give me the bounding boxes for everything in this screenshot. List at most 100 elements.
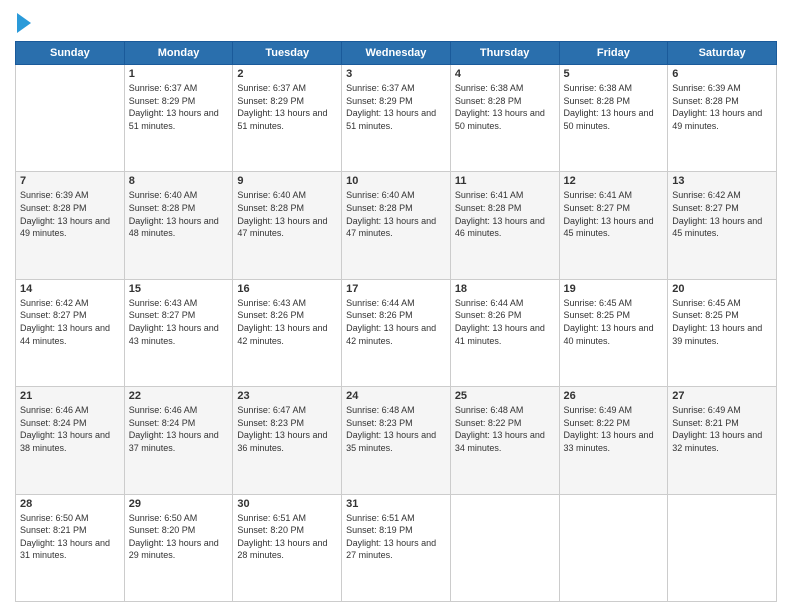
day-number: 13 <box>672 175 772 187</box>
day-info: Sunrise: 6:37 AMSunset: 8:29 PMDaylight:… <box>237 82 337 132</box>
logo-arrow-icon <box>17 13 31 33</box>
calendar-cell: 18Sunrise: 6:44 AMSunset: 8:26 PMDayligh… <box>450 279 559 386</box>
calendar-cell: 21Sunrise: 6:46 AMSunset: 8:24 PMDayligh… <box>16 387 125 494</box>
day-info: Sunrise: 6:37 AMSunset: 8:29 PMDaylight:… <box>346 82 446 132</box>
day-info: Sunrise: 6:37 AMSunset: 8:29 PMDaylight:… <box>129 82 229 132</box>
day-info: Sunrise: 6:42 AMSunset: 8:27 PMDaylight:… <box>20 297 120 347</box>
calendar-week-row: 21 Sunrise: 6:46 AMSunset: 8:24 PMDayligh… <box>16 387 777 494</box>
calendar-cell: 28Sunrise: 6:50 AMSunset: 8:21 PMDayligh… <box>16 494 125 601</box>
day-number: 29 <box>129 498 229 510</box>
day-number: 7 <box>20 175 120 187</box>
calendar-table: SundayMondayTuesdayWednesdayThursdayFrid… <box>15 41 777 602</box>
day-number: 31 <box>346 498 446 510</box>
day-number: 6 <box>672 68 772 80</box>
weekday-header-wednesday: Wednesday <box>342 42 451 65</box>
calendar-week-row: 1Sunrise: 6:37 AMSunset: 8:29 PMDaylight… <box>16 65 777 172</box>
day-number: 3 <box>346 68 446 80</box>
day-info: Sunrise: 6:38 AMSunset: 8:28 PMDaylight:… <box>564 82 664 132</box>
calendar-cell <box>559 494 668 601</box>
day-info: Sunrise: 6:43 AMSunset: 8:27 PMDaylight:… <box>129 297 229 347</box>
calendar-cell: 20 Sunrise: 6:45 AMSunset: 8:25 PMDayligh… <box>668 279 777 386</box>
day-info: Sunrise: 6:48 AMSunset: 8:23 PMDaylight:… <box>346 404 446 454</box>
day-number: 15 <box>129 283 229 295</box>
day-number: 12 <box>564 175 664 187</box>
calendar-cell: 23 Sunrise: 6:47 AMSunset: 8:23 PMDayligh… <box>233 387 342 494</box>
calendar-cell: 7 Sunrise: 6:39 AMSunset: 8:28 PMDaylight… <box>16 172 125 279</box>
day-number: 27 <box>672 390 772 402</box>
calendar-cell <box>450 494 559 601</box>
day-info: Sunrise: 6:50 AMSunset: 8:21 PMDaylight:… <box>20 512 120 562</box>
day-info: Sunrise: 6:49 AMSunset: 8:22 PMDaylight:… <box>564 404 664 454</box>
calendar-cell: 30 Sunrise: 6:51 AMSunset: 8:20 PMDayligh… <box>233 494 342 601</box>
calendar-cell: 17 Sunrise: 6:44 AMSunset: 8:26 PMDayligh… <box>342 279 451 386</box>
day-info: Sunrise: 6:41 AMSunset: 8:28 PMDaylight:… <box>455 189 555 239</box>
calendar-cell: 10 Sunrise: 6:40 AMSunset: 8:28 PMDayligh… <box>342 172 451 279</box>
day-number: 5 <box>564 68 664 80</box>
day-info: Sunrise: 6:48 AMSunset: 8:22 PMDaylight:… <box>455 404 555 454</box>
day-info: Sunrise: 6:43 AMSunset: 8:26 PMDaylight:… <box>237 297 337 347</box>
day-info: Sunrise: 6:41 AMSunset: 8:27 PMDaylight:… <box>564 189 664 239</box>
day-info: Sunrise: 6:44 AMSunset: 8:26 PMDaylight:… <box>455 297 555 347</box>
day-info: Sunrise: 6:51 AMSunset: 8:20 PMDaylight:… <box>237 512 337 562</box>
calendar-cell: 16 Sunrise: 6:43 AMSunset: 8:26 PMDayligh… <box>233 279 342 386</box>
page: SundayMondayTuesdayWednesdayThursdayFrid… <box>0 0 792 612</box>
weekday-header-saturday: Saturday <box>668 42 777 65</box>
calendar-cell: 3 Sunrise: 6:37 AMSunset: 8:29 PMDaylight… <box>342 65 451 172</box>
header <box>15 15 777 33</box>
day-number: 21 <box>20 390 120 402</box>
calendar-cell: 11Sunrise: 6:41 AMSunset: 8:28 PMDayligh… <box>450 172 559 279</box>
weekday-header-sunday: Sunday <box>16 42 125 65</box>
calendar-cell <box>668 494 777 601</box>
day-number: 22 <box>129 390 229 402</box>
weekday-header-thursday: Thursday <box>450 42 559 65</box>
day-number: 26 <box>564 390 664 402</box>
calendar-cell: 2Sunrise: 6:37 AMSunset: 8:29 PMDaylight… <box>233 65 342 172</box>
day-info: Sunrise: 6:51 AMSunset: 8:19 PMDaylight:… <box>346 512 446 562</box>
weekday-header-tuesday: Tuesday <box>233 42 342 65</box>
calendar-week-row: 14 Sunrise: 6:42 AMSunset: 8:27 PMDayligh… <box>16 279 777 386</box>
calendar-cell: 31 Sunrise: 6:51 AMSunset: 8:19 PMDayligh… <box>342 494 451 601</box>
calendar-cell: 26 Sunrise: 6:49 AMSunset: 8:22 PMDayligh… <box>559 387 668 494</box>
day-number: 17 <box>346 283 446 295</box>
calendar-cell: 29 Sunrise: 6:50 AMSunset: 8:20 PMDayligh… <box>124 494 233 601</box>
day-number: 30 <box>237 498 337 510</box>
day-number: 16 <box>237 283 337 295</box>
day-number: 10 <box>346 175 446 187</box>
day-number: 9 <box>237 175 337 187</box>
logo <box>15 15 31 33</box>
day-info: Sunrise: 6:40 AMSunset: 8:28 PMDaylight:… <box>129 189 229 239</box>
day-info: Sunrise: 6:47 AMSunset: 8:23 PMDaylight:… <box>237 404 337 454</box>
calendar-cell: 13 Sunrise: 6:42 AMSunset: 8:27 PMDayligh… <box>668 172 777 279</box>
day-info: Sunrise: 6:40 AMSunset: 8:28 PMDaylight:… <box>237 189 337 239</box>
calendar-cell: 24 Sunrise: 6:48 AMSunset: 8:23 PMDayligh… <box>342 387 451 494</box>
day-info: Sunrise: 6:45 AMSunset: 8:25 PMDaylight:… <box>672 297 772 347</box>
calendar-week-row: 7 Sunrise: 6:39 AMSunset: 8:28 PMDaylight… <box>16 172 777 279</box>
weekday-header-row: SundayMondayTuesdayWednesdayThursdayFrid… <box>16 42 777 65</box>
day-number: 8 <box>129 175 229 187</box>
day-number: 20 <box>672 283 772 295</box>
day-number: 19 <box>564 283 664 295</box>
calendar-cell: 15 Sunrise: 6:43 AMSunset: 8:27 PMDayligh… <box>124 279 233 386</box>
day-number: 24 <box>346 390 446 402</box>
day-number: 25 <box>455 390 555 402</box>
day-info: Sunrise: 6:44 AMSunset: 8:26 PMDaylight:… <box>346 297 446 347</box>
day-info: Sunrise: 6:39 AMSunset: 8:28 PMDaylight:… <box>20 189 120 239</box>
day-number: 4 <box>455 68 555 80</box>
day-info: Sunrise: 6:42 AMSunset: 8:27 PMDaylight:… <box>672 189 772 239</box>
day-info: Sunrise: 6:45 AMSunset: 8:25 PMDaylight:… <box>564 297 664 347</box>
day-number: 14 <box>20 283 120 295</box>
day-info: Sunrise: 6:39 AMSunset: 8:28 PMDaylight:… <box>672 82 772 132</box>
calendar-cell: 5 Sunrise: 6:38 AMSunset: 8:28 PMDaylight… <box>559 65 668 172</box>
day-info: Sunrise: 6:40 AMSunset: 8:28 PMDaylight:… <box>346 189 446 239</box>
day-info: Sunrise: 6:38 AMSunset: 8:28 PMDaylight:… <box>455 82 555 132</box>
calendar-cell: 19 Sunrise: 6:45 AMSunset: 8:25 PMDayligh… <box>559 279 668 386</box>
calendar-cell: 14 Sunrise: 6:42 AMSunset: 8:27 PMDayligh… <box>16 279 125 386</box>
calendar-cell: 22 Sunrise: 6:46 AMSunset: 8:24 PMDayligh… <box>124 387 233 494</box>
day-info: Sunrise: 6:50 AMSunset: 8:20 PMDaylight:… <box>129 512 229 562</box>
day-info: Sunrise: 6:46 AMSunset: 8:24 PMDaylight:… <box>129 404 229 454</box>
calendar-cell: 1Sunrise: 6:37 AMSunset: 8:29 PMDaylight… <box>124 65 233 172</box>
calendar-cell: 27Sunrise: 6:49 AMSunset: 8:21 PMDayligh… <box>668 387 777 494</box>
calendar-cell: 9 Sunrise: 6:40 AMSunset: 8:28 PMDaylight… <box>233 172 342 279</box>
day-number: 23 <box>237 390 337 402</box>
calendar-week-row: 28Sunrise: 6:50 AMSunset: 8:21 PMDayligh… <box>16 494 777 601</box>
